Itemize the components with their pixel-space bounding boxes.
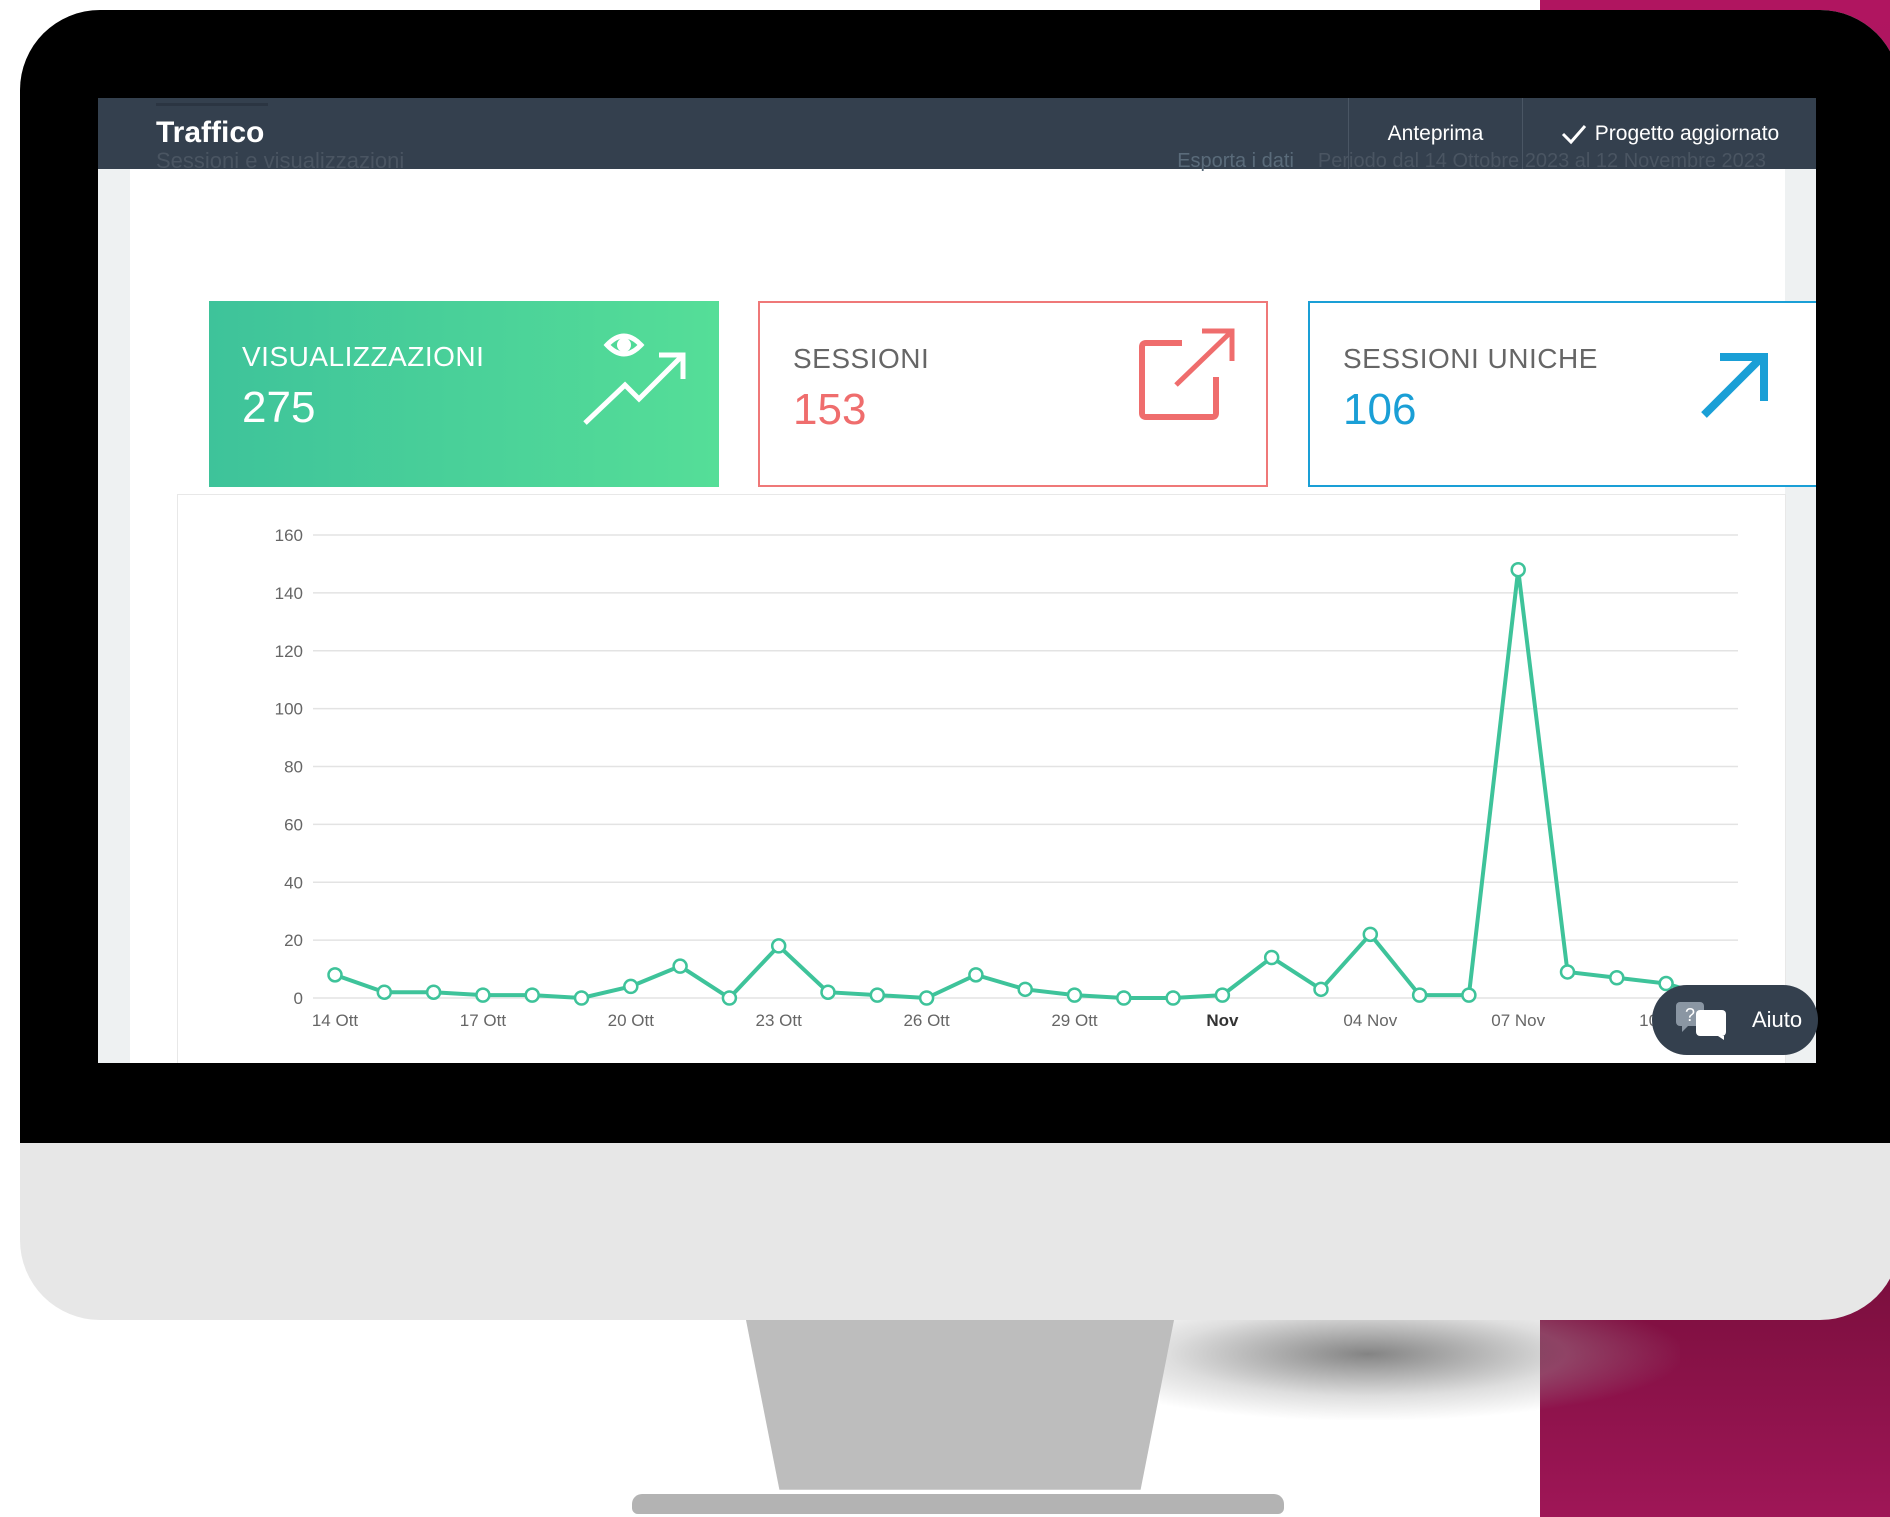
help-label: Aiuto xyxy=(1752,1007,1803,1032)
monitor-stand xyxy=(745,1315,1175,1490)
data-point xyxy=(376,984,393,1000)
views-label: VISUALIZZAZIONI xyxy=(242,341,485,372)
data-point xyxy=(1609,969,1625,986)
data-point xyxy=(573,990,590,1006)
title-underline xyxy=(156,103,268,106)
stand-shadow xyxy=(1160,1310,1680,1420)
project-saved-button[interactable]: Progetto aggiornato xyxy=(1524,98,1816,169)
y-tick-label: 0 xyxy=(294,989,303,1008)
data-point xyxy=(1017,981,1033,998)
preview-label: Anteprima xyxy=(1387,121,1484,145)
external-link-icon xyxy=(1139,328,1235,420)
page-subtitle: Sessioni e visualizzazioni xyxy=(156,148,405,173)
sessions-value: 153 xyxy=(793,385,867,434)
page-title: Traffico xyxy=(156,116,265,149)
arrow-up-right-icon xyxy=(1701,353,1768,418)
data-point xyxy=(1362,926,1379,943)
data-point xyxy=(1214,987,1231,1003)
data-point xyxy=(869,987,886,1003)
data-point xyxy=(1165,990,1181,1006)
data-point xyxy=(672,958,688,974)
data-point xyxy=(1263,949,1280,966)
unique-sessions-label: SESSIONI UNICHE xyxy=(1343,343,1598,374)
x-tick-label: 20 Ott xyxy=(608,1011,655,1030)
data-point xyxy=(1066,987,1083,1003)
chat-help-icon: ? xyxy=(1676,1002,1726,1040)
top-bar: Sessioni e visualizzazioni Esporta i dat… xyxy=(98,98,1816,173)
eye-trend-icon xyxy=(583,333,686,425)
data-point xyxy=(770,938,787,954)
y-tick-label: 100 xyxy=(275,700,303,719)
y-tick-label: 40 xyxy=(284,873,303,892)
help-button[interactable]: ? Aiuto xyxy=(1652,985,1818,1055)
x-tick-label: 07 Nov xyxy=(1491,1011,1545,1030)
monitor-stand-foot xyxy=(632,1494,1284,1514)
project-saved-label: Progetto aggiornato xyxy=(1594,121,1780,145)
sessions-label: SESSIONI xyxy=(793,343,930,374)
x-tick-label: 17 Ott xyxy=(460,1011,507,1030)
data-point xyxy=(475,987,491,1003)
data-point xyxy=(327,967,343,983)
y-tick-label: 20 xyxy=(284,931,303,950)
data-point xyxy=(425,984,442,1000)
data-point xyxy=(1510,561,1526,578)
data-point xyxy=(918,990,935,1006)
data-point xyxy=(820,984,836,1000)
x-tick-label: 04 Nov xyxy=(1343,1011,1397,1030)
y-tick-label: 60 xyxy=(284,815,303,834)
preview-button[interactable]: Anteprima xyxy=(1348,98,1523,169)
y-tick-label: 160 xyxy=(275,526,303,545)
y-tick-label: 80 xyxy=(284,758,303,777)
y-tick-label: 140 xyxy=(275,584,303,603)
screen: VISUALIZZAZIONI 275 SESSIONI 153 SESSION… xyxy=(98,98,1816,1063)
views-value: 275 xyxy=(242,383,316,432)
x-tick-label: 26 Ott xyxy=(903,1011,950,1030)
unique-sessions-card: SESSIONI UNICHE 106 xyxy=(1308,301,1816,487)
data-point xyxy=(524,987,540,1003)
sessions-card: SESSIONI 153 xyxy=(758,301,1268,487)
views-card: VISUALIZZAZIONI 275 xyxy=(209,301,719,487)
data-point xyxy=(1411,987,1428,1003)
export-link[interactable]: Esporta i dati xyxy=(1177,150,1294,172)
series-line xyxy=(334,569,1716,1001)
check-icon xyxy=(1561,124,1586,144)
y-tick-label: 120 xyxy=(275,642,303,661)
x-tick-label: 23 Ott xyxy=(756,1011,803,1030)
data-point xyxy=(721,990,738,1006)
traffic-chart: 0 20 40 60 80 100 120 140 160 14 Ott 17 Ott 20 Ott 2… xyxy=(177,494,1786,1063)
svg-text:?: ? xyxy=(1685,1005,1695,1025)
data-point xyxy=(1461,987,1477,1003)
data-point xyxy=(623,978,639,995)
x-tick-label: 14 Ott xyxy=(312,1011,359,1030)
x-tick-label: Nov xyxy=(1206,1011,1239,1030)
data-point xyxy=(968,967,984,983)
traffic-line-chart: 0 20 40 60 80 100 120 140 160 14 Ott 17 Ott 20 Ott 2… xyxy=(275,526,1738,1030)
data-point xyxy=(1559,964,1576,980)
x-tick-label: 29 Ott xyxy=(1051,1011,1098,1030)
monitor: VISUALIZZAZIONI 275 SESSIONI 153 SESSION… xyxy=(20,10,1890,1320)
data-point xyxy=(1116,990,1132,1006)
data-point xyxy=(1313,981,1329,998)
unique-sessions-value: 106 xyxy=(1343,385,1417,434)
